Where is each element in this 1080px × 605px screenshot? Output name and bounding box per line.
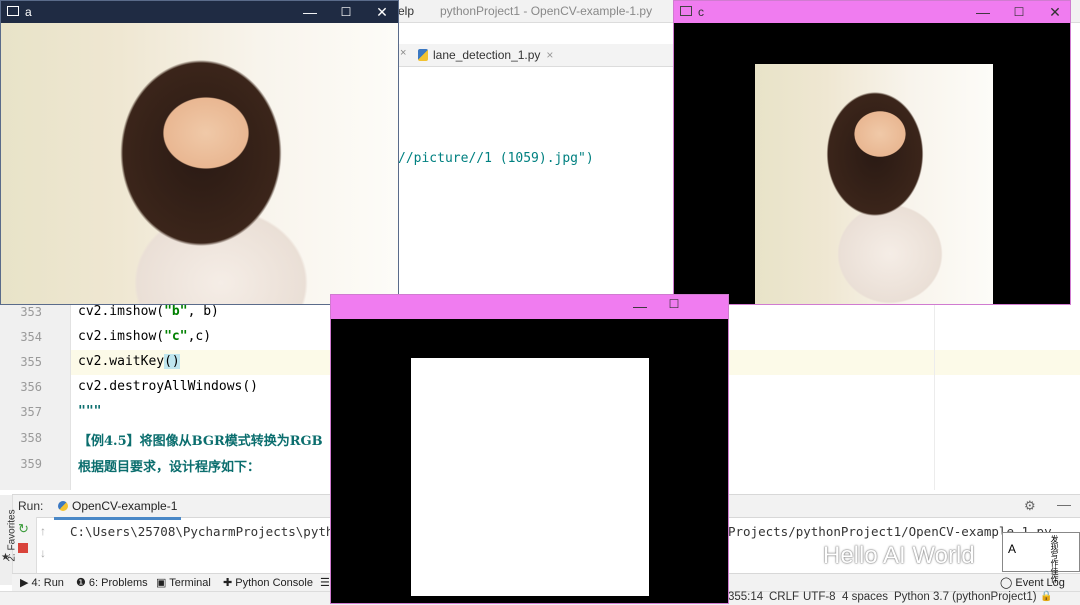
bottom-tab-problems[interactable]: ❶ 6: Problems <box>76 576 148 589</box>
line-separator[interactable]: CRLF <box>769 591 799 603</box>
line-number: 358 <box>20 431 42 445</box>
blank-image <box>411 358 649 596</box>
file-encoding[interactable]: UTF-8 <box>803 591 836 603</box>
caret-position[interactable]: 355:14 <box>728 591 763 603</box>
indent-setting[interactable]: 4 spaces <box>842 591 888 603</box>
portrait-image <box>1 23 398 304</box>
minimize-button[interactable]: — <box>968 3 998 21</box>
tab-label: lane_detection_1.py <box>433 48 541 62</box>
bottom-tab-run[interactable]: ▶ 4: Run <box>20 576 64 589</box>
code-line[interactable]: cv2.destroyAllWindows() <box>78 379 258 394</box>
window-icon <box>680 6 692 16</box>
scroll-down-icon[interactable]: ↓ <box>40 542 46 564</box>
gear-icon[interactable]: ⚙ <box>1024 498 1036 514</box>
lock-icon[interactable]: 🔒 <box>1040 591 1052 602</box>
code-token: ,c) <box>187 329 212 344</box>
code-line[interactable]: 根据题目要求，设计程序如下： <box>78 456 260 475</box>
code-token: cv2.imshow( <box>78 304 165 319</box>
watermark-seal-text: 发现写作佳作 <box>1050 535 1059 583</box>
code-string: "b" <box>164 304 188 319</box>
code-line[interactable]: cv2.waitKey() <box>78 354 180 369</box>
image-window-a[interactable]: a — ☐ ✕ <box>0 0 399 305</box>
code-fragment: //picture//1 (1059).jpg") <box>398 151 594 166</box>
code-line[interactable]: """ <box>78 404 101 419</box>
maximize-button[interactable]: ☐ <box>659 295 689 313</box>
minimize-button[interactable]: — <box>625 297 655 315</box>
minimize-button[interactable]: — <box>295 3 325 21</box>
line-number: 354 <box>20 330 42 344</box>
bottom-tab-python-console[interactable]: ✚ Python Console <box>223 576 313 589</box>
stop-icon[interactable] <box>18 543 28 553</box>
run-config-label: OpenCV-example-1 <box>72 499 178 513</box>
line-number: 356 <box>20 380 42 394</box>
code-string: "c" <box>164 329 188 344</box>
scroll-arrows: ↑ ↓ <box>40 520 46 564</box>
window-icon <box>7 6 19 16</box>
code-token: cv2.imshow( <box>78 329 165 344</box>
line-number: 357 <box>20 405 42 419</box>
tab-close-icon[interactable]: × <box>400 47 406 59</box>
code-token: , b) <box>187 304 219 319</box>
editor-tabs: × lane_detection_1.py × <box>398 44 673 67</box>
close-button[interactable]: ✕ <box>367 3 397 21</box>
window-title: c <box>698 5 704 19</box>
tab-lane-detection[interactable]: lane_detection_1.py × <box>418 44 553 66</box>
code-line[interactable]: cv2.imshow("c",c) <box>78 329 211 344</box>
code-token: cv2.destroyAllWindows() <box>78 379 259 394</box>
python-icon <box>58 501 68 511</box>
window-titlebar[interactable]: — ☐ <box>331 295 728 319</box>
maximize-button[interactable]: ☐ <box>1004 3 1034 21</box>
scroll-up-icon[interactable]: ↑ <box>40 520 46 542</box>
matched-paren: () <box>164 354 180 369</box>
run-config-tab[interactable]: OpenCV-example-1 <box>54 495 182 520</box>
more-tabs-icon[interactable]: ☰ <box>320 576 330 589</box>
watermark-seal-letter: A <box>1008 542 1017 556</box>
line-number: 355 <box>20 355 42 369</box>
window-title: a <box>25 5 32 19</box>
menu-help[interactable]: elp <box>398 4 414 18</box>
line-number: 359 <box>20 457 42 471</box>
window-titlebar[interactable]: c — ☐ ✕ <box>674 1 1070 23</box>
code-token: cv2.waitKey <box>78 354 165 369</box>
star-icon: ★ <box>1 552 10 563</box>
watermark-text: Hello AI World <box>823 542 975 569</box>
image-window-c[interactable]: c — ☐ ✕ <box>673 0 1071 305</box>
ide-title: pythonProject1 - OpenCV-example-1.py <box>440 4 653 18</box>
code-line[interactable]: 【例4.5】将图像从BGR模式转换为RGB <box>78 430 323 449</box>
right-margin-guide <box>934 300 935 490</box>
code-line[interactable]: cv2.imshow("b", b) <box>78 304 219 319</box>
tab-close-icon[interactable]: × <box>546 48 553 62</box>
minimize-icon[interactable]: — <box>1057 496 1071 512</box>
image-window-b[interactable]: — ☐ <box>330 294 729 604</box>
line-number: 353 <box>20 305 42 319</box>
bottom-tab-terminal[interactable]: ▣ Terminal <box>156 576 211 589</box>
maximize-button[interactable]: ☐ <box>331 3 361 21</box>
portrait-image <box>755 64 993 304</box>
close-button[interactable]: ✕ <box>1040 3 1070 21</box>
python-interpreter[interactable]: Python 3.7 (pythonProject1) <box>894 591 1037 603</box>
console-output: C:\Users\25708\PycharmProjects\python <box>70 524 349 539</box>
python-file-icon <box>418 49 428 61</box>
window-titlebar[interactable]: a — ☐ ✕ <box>1 1 398 23</box>
run-label: Run: <box>18 499 44 513</box>
rerun-icon[interactable]: ↻ <box>18 521 29 537</box>
